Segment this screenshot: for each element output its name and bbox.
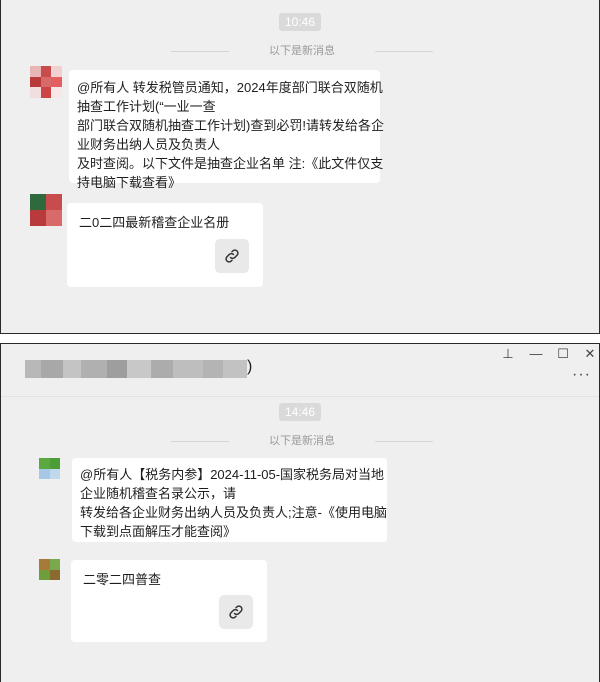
avatar[interactable] — [39, 458, 71, 490]
message-text-line: 及时查阅。以下文件是抽查企业名单 注:《此文件仅支 — [77, 156, 384, 171]
link-card[interactable]: 二0二四最新稽查企业名册 — [67, 203, 263, 287]
timestamp-pill: 14:46 — [278, 403, 322, 421]
avatar[interactable] — [39, 559, 71, 591]
message-text-line: @所有人 转发税管员通知，2024年度部门联合双随机 — [77, 80, 383, 95]
message-text-line: 企业随机稽查名录公示，请 — [80, 486, 237, 501]
link-card[interactable]: 二零二四普查 — [71, 560, 267, 642]
chat-panel-top: 10:46 以下是新消息 @所有人 转发税管员通知，2024年度部门联合双随机 … — [0, 0, 600, 334]
new-messages-divider: 以下是新消息 — [171, 433, 433, 449]
more-options-icon[interactable]: ··· — [572, 366, 591, 384]
link-icon[interactable] — [219, 595, 253, 629]
message-text-line: 部门联合双随机抽查工作计划)查到必罚!请转发给各企 — [77, 118, 384, 133]
message-bubble[interactable]: @所有人 转发税管员通知，2024年度部门联合双随机 抽查工作计划(“一业一查 … — [69, 70, 384, 190]
avatar[interactable] — [30, 66, 62, 98]
link-icon[interactable] — [215, 239, 249, 273]
chat-title-bar: ) ⊥ — ☐ ✕ ··· — [1, 344, 599, 397]
close-icon[interactable]: ✕ — [581, 347, 599, 361]
message-bubble[interactable]: @所有人【税务内参】2024-11-05-国家税务局对当地 企业随机稽查名录公示… — [72, 458, 387, 542]
chat-title-suffix: ) — [247, 358, 253, 375]
avatar[interactable] — [30, 194, 62, 226]
link-card-title: 二零二四普查 — [83, 572, 162, 587]
message-text-line: 抽查工作计划(“一业一查 — [77, 99, 216, 114]
timestamp-pill: 10:46 — [278, 13, 322, 31]
chat-panel-bottom: ) ⊥ — ☐ ✕ ··· 14:46 以下是新消息 @所有人【税务内参】202… — [0, 343, 600, 682]
message-text-line: 业财务出纳人员及负责人 — [77, 137, 221, 152]
chat-name-blurred — [25, 360, 247, 378]
message-text-line: 下载到点面解压才能查阅》 — [80, 524, 237, 539]
maximize-icon[interactable]: ☐ — [554, 347, 572, 361]
pin-icon[interactable]: ⊥ — [499, 347, 517, 361]
message-text-line: 持电脑下载查看》 — [77, 175, 182, 190]
link-card-title: 二0二四最新稽查企业名册 — [79, 215, 230, 230]
new-messages-divider: 以下是新消息 — [171, 43, 433, 59]
message-text-line: 转发给各企业财务出纳人员及负责人;注意-《使用电脑 — [80, 505, 387, 520]
message-text-line: @所有人【税务内参】2024-11-05-国家税务局对当地 — [80, 467, 385, 482]
minimize-icon[interactable]: — — [527, 347, 545, 361]
